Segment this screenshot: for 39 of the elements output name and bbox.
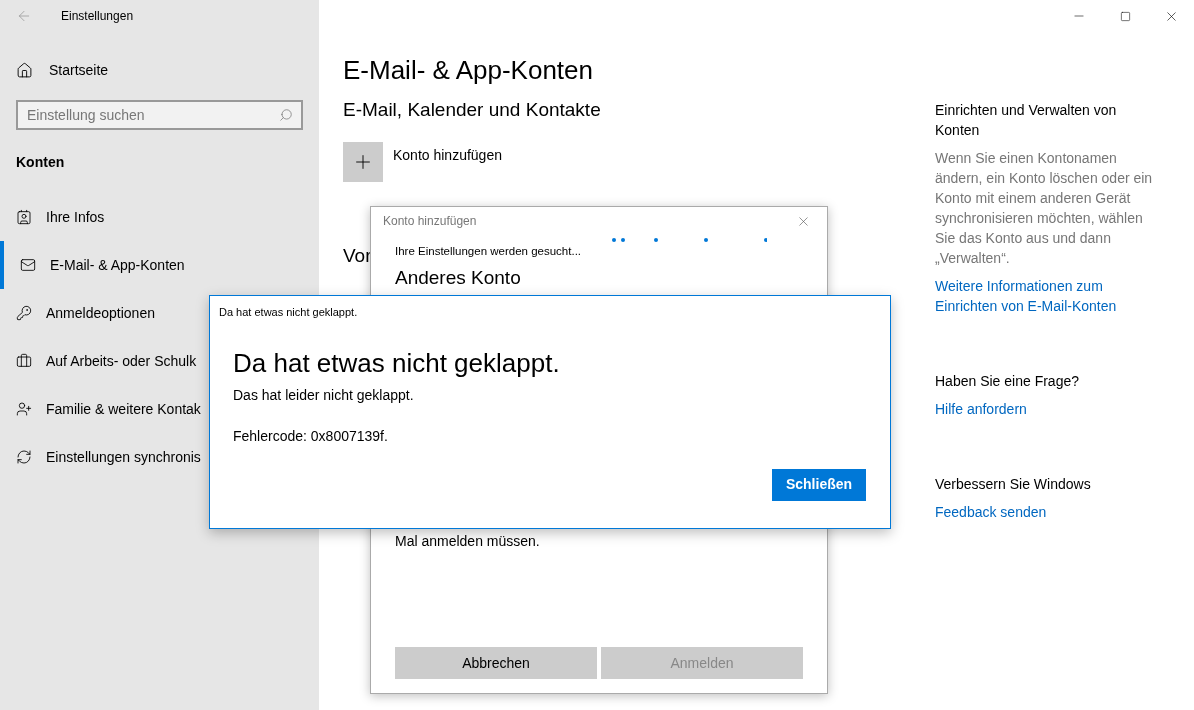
help-link[interactable]: Feedback senden: [935, 502, 1157, 522]
home-link[interactable]: Startseite: [0, 54, 319, 86]
aside-text: Wenn Sie einen Kontonamen ändern, ein Konto löschen oder ein Konto mit einem anderen Gerät synchronisieren möchten, wählen Sie das Konto aus und dann „Verwalten“.: [935, 149, 1154, 268]
progress-dots-icon: [611, 237, 767, 243]
error-heading: Da hat etwas nicht geklappt.: [232, 346, 561, 379]
briefcase-icon: [16, 353, 32, 369]
close-dialog-button[interactable]: Schließen: [772, 468, 866, 501]
aside-heading: Verbessern Sie Windows: [935, 475, 1092, 494]
dialog-text: Mal anmelden müssen.: [394, 531, 541, 551]
cancel-button[interactable]: Abbrechen: [395, 647, 597, 679]
sidebar-item[interactable]: Ihre Infos: [0, 193, 319, 241]
mail-icon: [20, 257, 36, 273]
page-title: E-Mail- & App-Konten: [343, 54, 594, 87]
error-code: Fehlercode: 0x8007139f.: [232, 426, 389, 446]
help-link[interactable]: Hilfe anfordern: [935, 399, 1157, 419]
maximize-icon: [1119, 10, 1131, 22]
window-title: Einstellungen: [61, 8, 134, 25]
key-icon: [16, 305, 32, 321]
section-title: Vor: [343, 244, 372, 268]
add-account-label: Konto hinzufügen: [393, 146, 502, 165]
sidebar-item[interactable]: E-Mail- & App-Konten: [0, 241, 319, 289]
section-heading: Konten: [15, 153, 66, 172]
dialog-heading: Anderes Konto: [395, 266, 522, 291]
section-title: E-Mail, Kalender und Kontakte: [343, 98, 602, 122]
status-text: Ihre Einstellungen werden gesucht...: [395, 244, 583, 259]
home-icon: [16, 61, 33, 79]
dialog-title: Konto hinzufügen: [383, 213, 477, 230]
sync-icon: [16, 449, 32, 465]
search-field[interactable]: Einstellung suchen: [16, 100, 303, 130]
add-account-button[interactable]: [343, 142, 383, 182]
person-plus-icon: [16, 401, 32, 417]
search-icon: [279, 108, 293, 122]
contact-card-icon: [16, 209, 32, 225]
error-message: Das hat leider nicht geklappt.: [232, 385, 415, 405]
back-button[interactable]: [16, 8, 32, 24]
aside-heading: Einrichten und Verwalten von Konten: [935, 101, 1118, 140]
aside-heading: Haben Sie eine Frage?: [935, 372, 1080, 391]
dialog-title: Da hat etwas nicht geklappt.: [218, 305, 359, 320]
help-link[interactable]: Weitere Informationen zum Einrichten von E-Mail-Konten: [935, 276, 1157, 316]
